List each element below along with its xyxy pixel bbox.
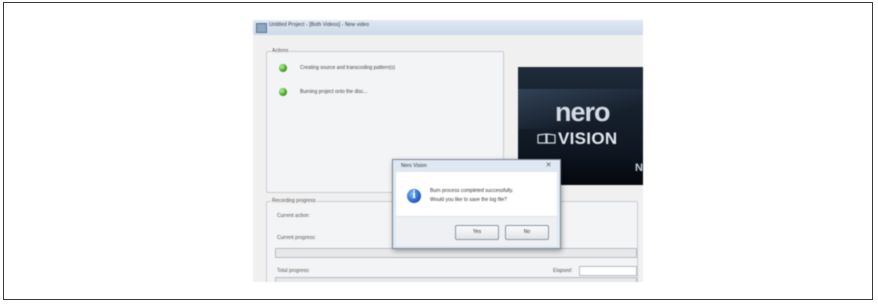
- window-title: Untitled Project - [Both Videos] - New v…: [269, 22, 370, 28]
- dialog-message-line2: Would you like to save the log file?: [430, 197, 507, 203]
- current-progress-label: Current progress:: [277, 235, 316, 241]
- info-icon: i: [407, 189, 421, 203]
- logo-vision-text: VISION: [558, 129, 618, 148]
- yes-button[interactable]: Yes: [455, 225, 499, 240]
- save-log-dialog: Nero Vision ✕ i Burn process completed s…: [392, 159, 561, 249]
- dialog-button-bar: Yes No: [396, 216, 557, 246]
- total-progress-label: Total progress:: [277, 268, 310, 274]
- app-window: Untitled Project - [Both Videos] - New v…: [253, 20, 643, 282]
- book-icon: [537, 133, 556, 144]
- recording-group-title: Recording progress: [271, 198, 317, 204]
- dialog-message-line1: Burn process completed successfully.: [430, 188, 514, 194]
- app-icon: [256, 23, 267, 33]
- elapsed-label: Elapsed:: [553, 268, 573, 274]
- dialog-titlebar: Nero Vision ✕: [393, 160, 560, 172]
- current-progress-bar: [275, 248, 637, 258]
- actions-group-title: Actions: [271, 48, 290, 54]
- total-progress-bar: [275, 277, 637, 282]
- elapsed-value-field: [579, 266, 637, 276]
- no-button[interactable]: No: [505, 225, 549, 240]
- dialog-body: i Burn process completed successfully. W…: [396, 172, 557, 246]
- figure-frame: Untitled Project - [Both Videos] - New v…: [3, 2, 873, 300]
- check-icon: [279, 64, 287, 72]
- close-icon[interactable]: ✕: [544, 162, 553, 170]
- check-icon: [279, 88, 287, 96]
- current-action-label: Current action:: [277, 213, 310, 219]
- window-titlebar: Untitled Project - [Both Videos] - New v…: [253, 20, 643, 35]
- window-client-area: Actions Creating source and transcoding …: [253, 35, 643, 282]
- dialog-title: Nero Vision: [401, 163, 427, 169]
- action-item-label: Creating source and transcoding pattern(…: [300, 65, 396, 71]
- logo-nero-text: nero: [555, 97, 611, 127]
- banner-decoration: N: [635, 162, 643, 174]
- action-item-label: Burning project onto the disc...: [300, 89, 368, 95]
